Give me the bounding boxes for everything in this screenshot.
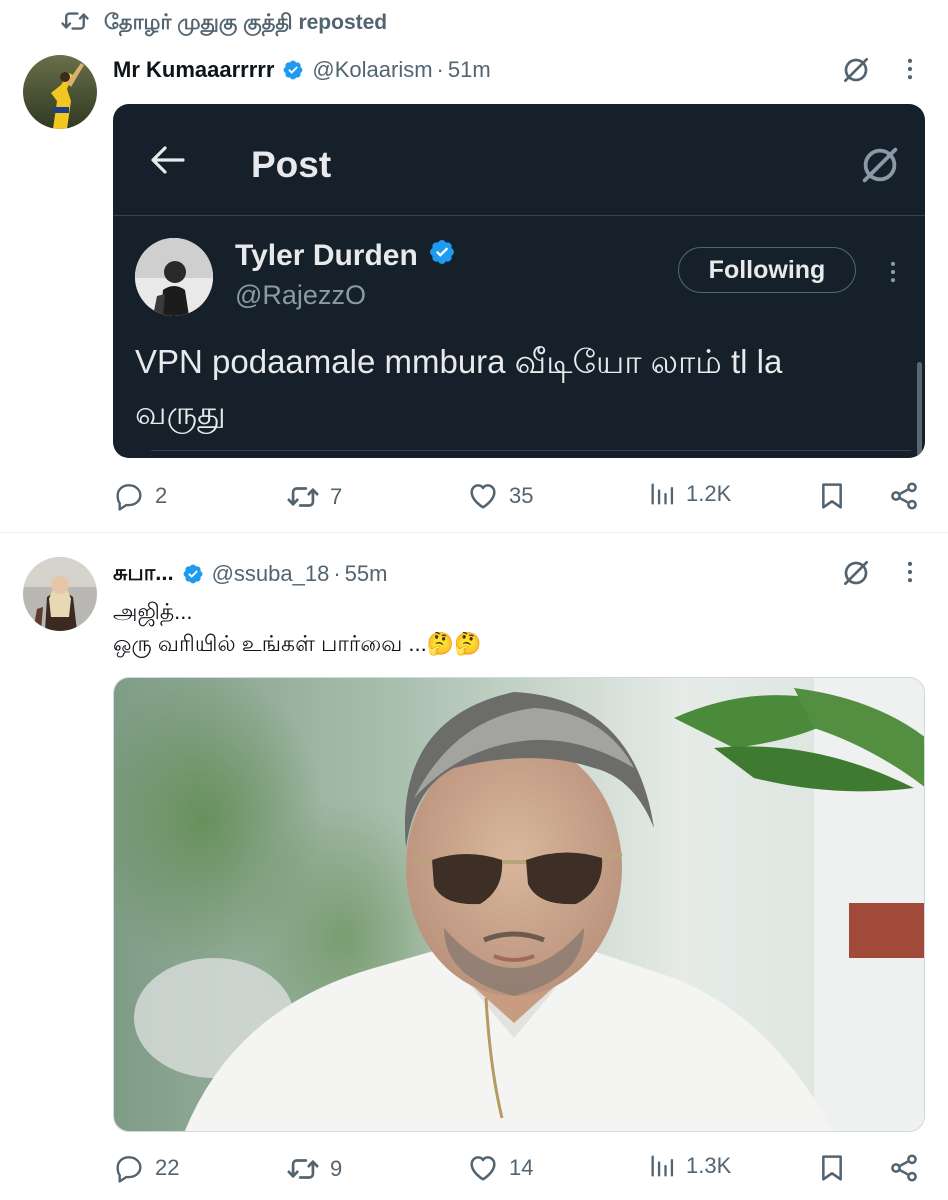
embedded-screenshot[interactable]: Post Tyler Durden @RajezzO Following VPN… (113, 104, 925, 458)
views-icon (648, 480, 676, 508)
more-icon[interactable] (896, 558, 924, 586)
separator: · (333, 561, 341, 586)
repost-button[interactable]: 9 (286, 1152, 342, 1186)
like-count: 14 (509, 1155, 534, 1180)
repost-icon (286, 1152, 320, 1186)
reply-button[interactable]: 2 (113, 480, 167, 512)
reply-count: 2 (155, 483, 168, 508)
separator: · (436, 57, 444, 82)
share-button[interactable] (888, 1152, 920, 1184)
tweet-header: Mr Kumaaarrrrr @Kolaarism · 51m (113, 54, 491, 86)
embed-scrollbar (917, 362, 922, 458)
tweet-text-line: ஒரு வரியில் உங்கள் பார்வை ...🤔🤔 (113, 631, 482, 656)
bookmark-icon (816, 480, 848, 512)
grok-icon[interactable] (840, 54, 872, 86)
bookmark-button[interactable] (816, 480, 848, 512)
like-icon (467, 480, 499, 512)
embed-verified-badge-icon (428, 238, 456, 274)
share-icon (888, 1152, 920, 1184)
like-button[interactable]: 35 (467, 480, 533, 512)
view-count: 1.2K (686, 481, 732, 506)
like-button[interactable]: 14 (467, 1152, 533, 1184)
embed-avatar (135, 238, 213, 316)
like-icon (467, 1152, 499, 1184)
tweet-photo[interactable] (113, 677, 925, 1132)
following-button: Following (678, 247, 856, 293)
tweet-text: அஜித்... ஒரு வரியில் உங்கள் பார்வை ...🤔🤔 (113, 596, 482, 660)
like-count: 35 (509, 483, 534, 508)
embed-topbar (113, 104, 925, 216)
embed-tweet-text: VPN podaamale mmbura வீடியோ லாம் tl la வ… (135, 336, 895, 438)
views-button[interactable]: 1.2K (648, 480, 731, 508)
repost-icon (60, 6, 90, 42)
bookmark-icon (816, 1152, 848, 1184)
repost-context[interactable]: தோழர் முதுகு குத்தி reposted (60, 8, 387, 40)
handle[interactable]: @Kolaarism (312, 57, 432, 83)
verified-badge-icon (282, 59, 304, 81)
repost-count: 7 (330, 484, 343, 509)
embed-author: Tyler Durden (235, 238, 456, 274)
reply-icon (113, 1152, 145, 1184)
embed-title: Post (251, 144, 332, 185)
bookmark-button[interactable] (816, 1152, 848, 1184)
avatar[interactable] (23, 55, 97, 129)
avatar[interactable] (23, 557, 97, 631)
timestamp[interactable]: 55m (345, 561, 388, 587)
timestamp[interactable]: 51m (448, 57, 491, 83)
handle[interactable]: @ssuba_18 (212, 561, 330, 587)
embed-handle: @RajezzO (235, 280, 366, 310)
embed-grok-icon (857, 142, 903, 193)
embed-text-line: VPN podaamale mmbura வீடியோ லாம் tl la (135, 343, 783, 380)
reposter-name[interactable]: தோழர் முதுகு குத்தி (104, 11, 293, 34)
view-count: 1.3K (686, 1153, 732, 1178)
embed-text-line: வருது (135, 394, 226, 431)
more-icon[interactable] (896, 55, 924, 83)
embed-divider (151, 450, 911, 451)
reply-button[interactable]: 22 (113, 1152, 179, 1184)
grok-icon[interactable] (840, 557, 872, 589)
share-button[interactable] (888, 480, 920, 512)
tweet-divider (0, 532, 948, 533)
tweet-header: சுபா... @ssuba_18 · 55m (113, 558, 387, 590)
reply-count: 22 (155, 1155, 180, 1180)
repost-label: reposted (298, 11, 388, 34)
back-arrow-icon (149, 144, 185, 181)
repost-icon (286, 480, 320, 514)
share-icon (888, 480, 920, 512)
repost-button[interactable]: 7 (286, 480, 342, 514)
display-name[interactable]: Mr Kumaaarrrrr (113, 57, 274, 83)
display-name[interactable]: சுபா... (113, 560, 174, 589)
embed-more-icon (879, 258, 907, 291)
views-icon (648, 1152, 676, 1180)
verified-badge-icon (182, 563, 204, 585)
embed-display-name: Tyler Durden (235, 239, 418, 272)
views-button[interactable]: 1.3K (648, 1152, 731, 1180)
repost-count: 9 (330, 1156, 343, 1181)
reply-icon (113, 480, 145, 512)
tweet-text-line: அஜித்... (113, 599, 193, 624)
